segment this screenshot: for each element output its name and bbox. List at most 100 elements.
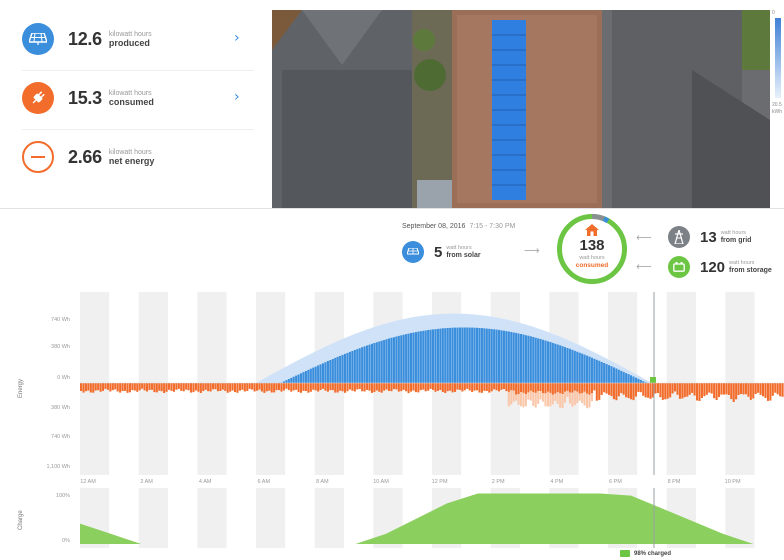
consumption-bar: [111, 383, 114, 391]
consumption-extra-bar: [581, 393, 584, 404]
consumption-bar: [529, 383, 532, 391]
consumption-bar: [290, 383, 293, 392]
consumption-bar: [80, 383, 83, 391]
consumption-bar: [158, 383, 161, 391]
production-bar: [434, 329, 437, 383]
consumption-bar: [304, 383, 307, 391]
consumption-bar: [422, 383, 425, 390]
production-bar: [520, 334, 523, 383]
production-bar: [422, 330, 425, 383]
consumption-extra-bar: [573, 390, 576, 406]
consumption-bar: [524, 383, 527, 395]
consumed-stat[interactable]: 15.3 kilowatt hours consumed: [22, 82, 154, 114]
chart-band: [314, 488, 344, 548]
production-bar: [461, 327, 464, 383]
energy-ytick: 1,100 Wh: [46, 464, 70, 470]
consumption-bar: [326, 383, 329, 392]
consumed-label: consumed: [108, 97, 154, 107]
production-bar: [361, 347, 364, 383]
arrow-right-icon: ⟶: [524, 244, 540, 257]
production-bar: [544, 340, 547, 383]
produced-chevron-right-icon[interactable]: ›: [234, 30, 240, 46]
production-bar: [297, 374, 300, 383]
charge-chart[interactable]: [80, 488, 784, 548]
production-bar: [524, 335, 527, 383]
energy-summary-panel: 12.6 kilowatt hours produced › 15.3 kilow…: [0, 0, 272, 208]
consumption-bar: [749, 383, 752, 400]
consumption-bar: [192, 383, 195, 393]
consumption-bar: [444, 383, 447, 393]
production-bar: [300, 373, 303, 383]
production-bar: [532, 337, 535, 383]
production-bar: [400, 335, 403, 383]
consumed-chevron-right-icon[interactable]: ›: [234, 89, 240, 105]
consumption-bar: [781, 383, 784, 397]
production-bar: [390, 337, 393, 383]
production-bar: [566, 348, 569, 383]
consumption-bar: [236, 383, 239, 393]
charge-status: 98% charged: [620, 550, 671, 557]
production-bar: [498, 329, 501, 383]
consumption-bar: [400, 383, 403, 392]
consumption-bar: [234, 383, 237, 393]
from-storage-unit: watt hours: [729, 260, 755, 266]
production-bar: [546, 341, 549, 383]
charge-ytick-0: 0%: [62, 538, 70, 544]
energy-chart[interactable]: [80, 292, 784, 475]
production-bar: [436, 328, 439, 383]
consumption-bar: [632, 383, 635, 401]
consumption-bar: [578, 383, 581, 394]
consumption-bar: [344, 383, 347, 393]
production-bar: [539, 339, 542, 383]
consumption-extra-bar: [532, 392, 535, 406]
production-bar: [368, 344, 371, 383]
consumption-bar: [742, 383, 745, 395]
consumption-bar: [532, 383, 535, 393]
production-bar: [561, 346, 564, 383]
from-grid-unit: watt hours: [720, 230, 747, 236]
consumption-bar: [375, 383, 378, 391]
solar-panel-icon: [22, 23, 54, 55]
consumption-bar: [334, 383, 337, 393]
consumed-wh-label: consumed: [575, 262, 609, 269]
consumption-bar: [124, 383, 127, 391]
chart-band: [256, 488, 286, 548]
consumption-bar: [466, 383, 469, 389]
consumption-bar: [190, 383, 193, 393]
production-bar: [417, 331, 420, 383]
consumption-bar: [517, 383, 520, 394]
consumption-bar: [434, 383, 437, 392]
consumption-bar: [449, 383, 452, 391]
consumption-bar: [488, 383, 491, 393]
produced-stat[interactable]: 12.6 kilowatt hours produced: [22, 23, 152, 55]
consumption-bar: [705, 383, 708, 395]
consumption-bar: [407, 383, 410, 394]
net-energy-value: 2.66: [68, 146, 102, 167]
production-bar: [375, 342, 378, 383]
consumption-bar: [537, 383, 540, 391]
production-bar: [554, 343, 557, 383]
consumption-bar: [278, 383, 281, 391]
production-bar: [600, 362, 603, 383]
production-bar: [615, 368, 618, 383]
consumption-bar: [160, 383, 163, 392]
consumption-extra-bar: [534, 392, 537, 408]
consumption-bar: [515, 383, 518, 395]
consumption-extra-bar: [554, 393, 557, 401]
consumption-bar: [116, 383, 119, 392]
consumption-extra-bar: [576, 391, 579, 404]
consumption-bar: [573, 383, 576, 391]
energy-xtick: 4 PM: [550, 479, 564, 485]
consumption-bar: [590, 383, 593, 394]
production-bar: [610, 366, 613, 383]
production-bar: [451, 327, 454, 383]
energy-xtick: 8 AM: [316, 479, 329, 485]
consumption-extra-bar: [544, 393, 547, 407]
consumption-bar: [483, 383, 486, 391]
production-bar: [295, 375, 298, 383]
production-bar: [334, 357, 337, 383]
consumption-bar: [566, 383, 569, 391]
consumption-bar: [498, 383, 501, 392]
consumption-bar: [720, 383, 723, 395]
consumption-bar: [99, 383, 102, 392]
